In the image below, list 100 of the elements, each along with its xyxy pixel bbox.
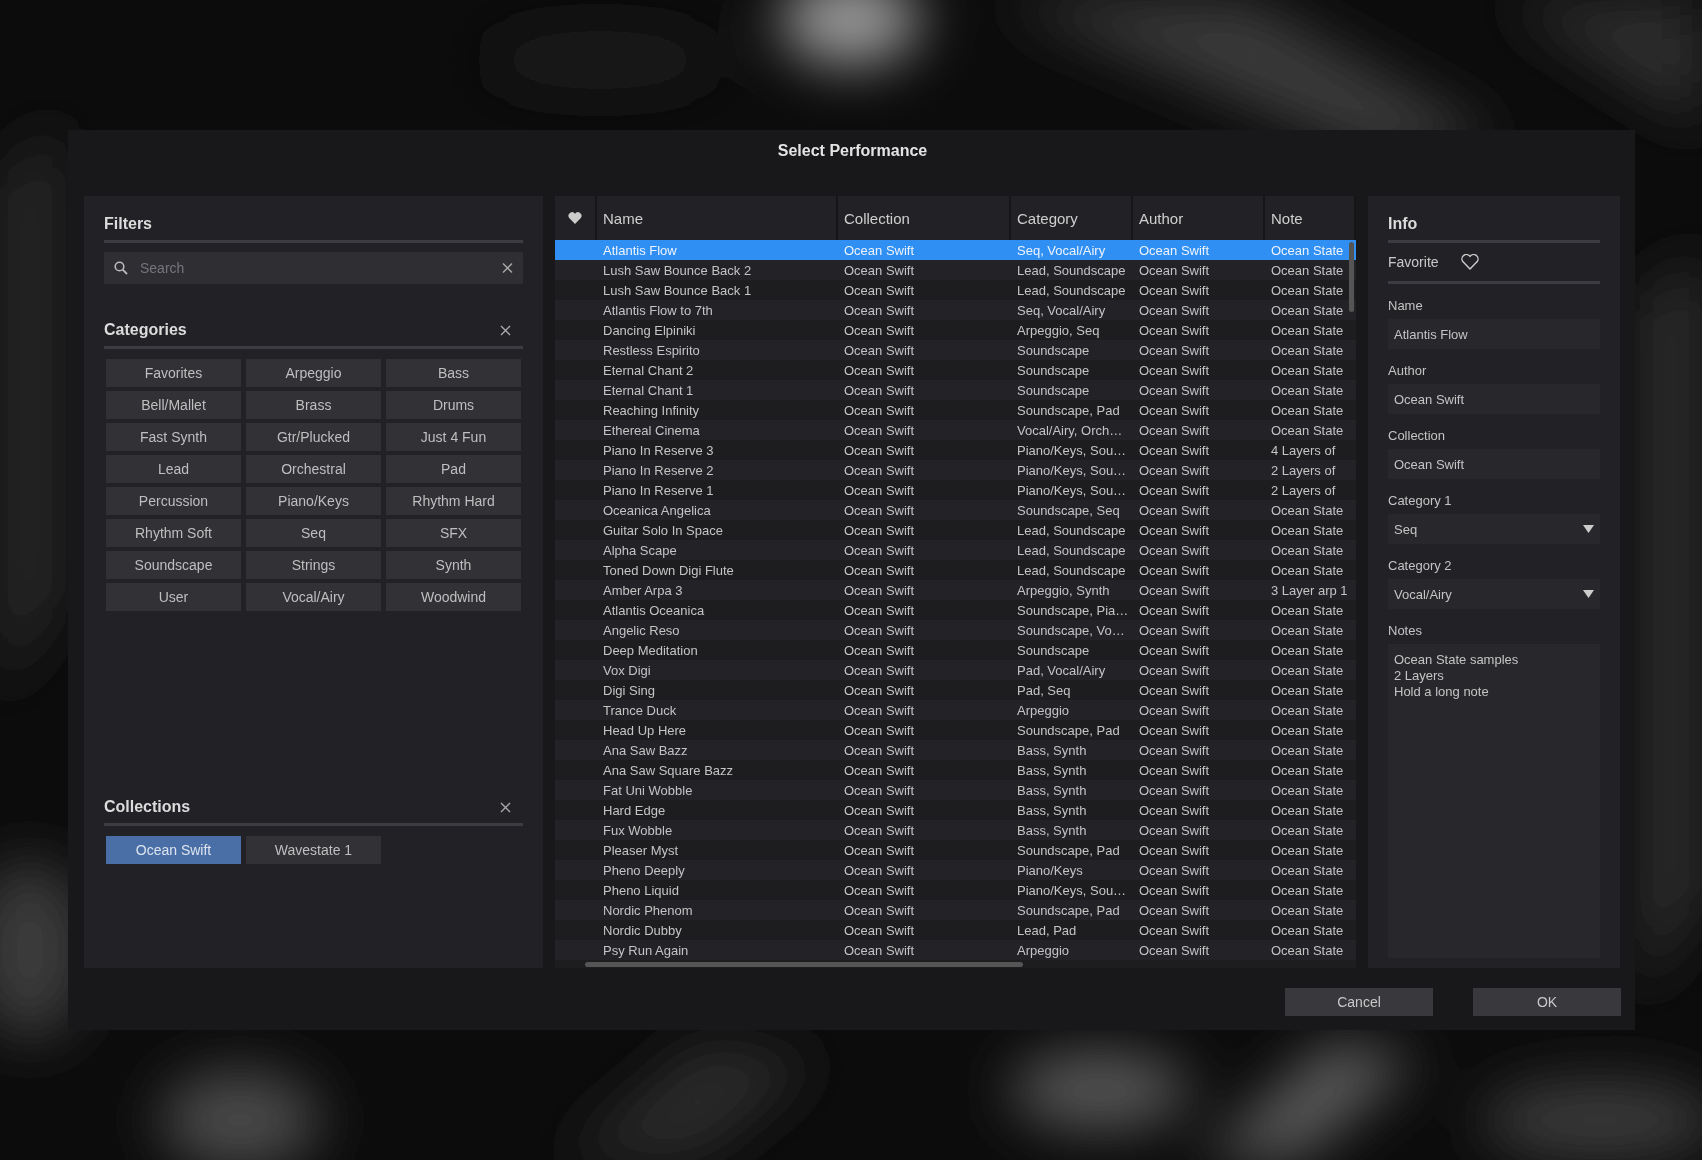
category-button[interactable]: Strings bbox=[246, 551, 381, 579]
category-button[interactable]: Fast Synth bbox=[106, 423, 241, 451]
dialog-button[interactable]: OK bbox=[1473, 988, 1621, 1016]
table-row[interactable]: Lush Saw Bounce Back 1 Ocean Swift Lead, Soundscape Ocean Swift Ocean State bbox=[555, 280, 1356, 300]
category-button[interactable]: Drums bbox=[386, 391, 521, 419]
table-row[interactable]: Reaching Infinity Ocean Swift Soundscape, Pad Ocean Swift Ocean State bbox=[555, 400, 1356, 420]
table-row[interactable]: Deep Meditation Ocean Swift Soundscape Ocean Swift Ocean State bbox=[555, 640, 1356, 660]
category-button[interactable]: Rhythm Hard bbox=[386, 487, 521, 515]
table-cell: Soundscape, Seq bbox=[1017, 502, 1120, 518]
table-row[interactable]: Piano In Reserve 1 Ocean Swift Piano/Keys, Sou… Ocean Swift 2 Layers of bbox=[555, 480, 1356, 500]
table-row[interactable]: Hard Edge Ocean Swift Bass, Synth Ocean Swift Ocean State bbox=[555, 800, 1356, 820]
table-row[interactable]: Dancing Elpiniki Ocean Swift Arpeggio, Seq Ocean Swift Ocean State bbox=[555, 320, 1356, 340]
column-header[interactable]: Category bbox=[1011, 196, 1133, 240]
table-cell: Arpeggio, Synth bbox=[1017, 582, 1110, 598]
table-cell: Fat Uni Wobble bbox=[603, 782, 693, 798]
category-button[interactable]: Soundscape bbox=[106, 551, 241, 579]
table-row[interactable]: Toned Down Digi Flute Ocean Swift Lead, Soundscape Ocean Swift Ocean State bbox=[555, 560, 1356, 580]
table-cell: Ocean Swift bbox=[1139, 762, 1210, 778]
text-field[interactable]: Atlantis Flow bbox=[1388, 319, 1600, 349]
category-button[interactable]: Percussion bbox=[106, 487, 241, 515]
table-cell: Atlantis Oceanica bbox=[603, 602, 705, 618]
notes-field[interactable]: Ocean State samples 2 Layers Hold a long note bbox=[1388, 644, 1600, 958]
section-title: Info bbox=[1388, 215, 1418, 233]
category-button[interactable]: Bell/Mallet bbox=[106, 391, 241, 419]
dialog-button[interactable]: Cancel bbox=[1285, 988, 1433, 1016]
table-row[interactable]: Head Up Here Ocean Swift Soundscape, Pad Ocean Swift Ocean State bbox=[555, 720, 1356, 740]
table-cell: Ocean Swift bbox=[844, 242, 915, 258]
category-button[interactable]: Gtr/Plucked bbox=[246, 423, 381, 451]
table-cell: Ocean Swift bbox=[1139, 302, 1210, 318]
table-cell: Ocean Swift bbox=[844, 542, 915, 558]
category-button[interactable]: Vocal/Airy bbox=[246, 583, 381, 611]
table-row[interactable]: Digi Sing Ocean Swift Pad, Seq Ocean Swift Ocean State bbox=[555, 680, 1356, 700]
clear-icon[interactable] bbox=[502, 262, 513, 274]
category-button[interactable]: Pad bbox=[386, 455, 521, 483]
table-cell: Ocean Swift bbox=[1139, 622, 1210, 638]
table-cell: Lead, Pad bbox=[1017, 922, 1077, 938]
category-button[interactable]: Rhythm Soft bbox=[106, 519, 241, 547]
table-cell: Nordic Dubby bbox=[603, 922, 682, 938]
category-button[interactable]: Orchestral bbox=[246, 455, 381, 483]
category-button[interactable]: Bass bbox=[386, 359, 521, 387]
category-button[interactable]: Piano/Keys bbox=[246, 487, 381, 515]
heart-icon[interactable] bbox=[1460, 254, 1479, 270]
table-cell: Ocean Swift bbox=[844, 782, 915, 798]
table-cell: Ocean Swift bbox=[844, 742, 915, 758]
column-header[interactable]: Author bbox=[1133, 196, 1265, 240]
table-cell: Ocean Swift bbox=[1139, 942, 1210, 958]
category-button[interactable]: Synth bbox=[386, 551, 521, 579]
category-button[interactable]: Lead bbox=[106, 455, 241, 483]
field-label: Collection bbox=[1388, 428, 1447, 443]
close-icon[interactable] bbox=[500, 324, 511, 336]
table-row[interactable]: Eternal Chant 2 Ocean Swift Soundscape Ocean Swift Ocean State bbox=[555, 360, 1356, 380]
table-cell: Bass, Synth bbox=[1017, 802, 1087, 818]
category-button[interactable]: Arpeggio bbox=[246, 359, 381, 387]
category-button[interactable]: User bbox=[106, 583, 241, 611]
category-button[interactable]: SFX bbox=[386, 519, 521, 547]
scrollbar[interactable] bbox=[585, 961, 1023, 967]
table-cell: Ocean State bbox=[1271, 802, 1344, 818]
column-header[interactable]: Collection bbox=[838, 196, 1011, 240]
table-cell: Ocean Swift bbox=[1139, 322, 1210, 338]
category-button[interactable]: Just 4 Fun bbox=[386, 423, 521, 451]
table-row[interactable]: Pleaser Myst Ocean Swift Soundscape, Pad Ocean Swift Ocean State bbox=[555, 840, 1356, 860]
table-cell: Ocean State bbox=[1271, 922, 1344, 938]
table-row[interactable]: Pheno Liquid Ocean Swift Piano/Keys, Sou… Ocean Swift Ocean State bbox=[555, 880, 1356, 900]
category-button[interactable]: Seq bbox=[246, 519, 381, 547]
table-cell: Ocean Swift bbox=[844, 342, 915, 358]
collection-button[interactable]: Wavestate 1 bbox=[246, 836, 381, 864]
table-cell: Angelic Reso bbox=[603, 622, 680, 638]
category-button[interactable]: Woodwind bbox=[386, 583, 521, 611]
table-row[interactable]: Nordic Dubby Ocean Swift Lead, Pad Ocean Swift Ocean State bbox=[555, 920, 1356, 940]
table-cell: Pheno Liquid bbox=[603, 882, 679, 898]
text-field[interactable]: Ocean Swift bbox=[1388, 384, 1600, 414]
search-field[interactable]: Search bbox=[104, 252, 523, 284]
table-cell: Soundscape, Pad bbox=[1017, 902, 1120, 918]
table-cell: Ocean Swift bbox=[844, 282, 915, 298]
dropdown[interactable]: Seq bbox=[1388, 514, 1600, 544]
table-cell: Lead, Soundscape bbox=[1017, 282, 1126, 298]
table-row[interactable]: Piano In Reserve 3 Ocean Swift Piano/Keys, Sou… Ocean Swift 4 Layers of bbox=[555, 440, 1356, 460]
table-row[interactable]: Atlantis Oceanica Ocean Swift Soundscape, Pia… Ocean Swift Ocean State bbox=[555, 600, 1356, 620]
table-cell: Ocean Swift bbox=[1139, 482, 1210, 498]
category-button[interactable]: Brass bbox=[246, 391, 381, 419]
table-cell: Ocean State bbox=[1271, 742, 1344, 758]
table-cell: Soundscape, Pia… bbox=[1017, 602, 1129, 618]
close-icon[interactable] bbox=[500, 801, 511, 813]
table-row[interactable]: Guitar Solo In Space Ocean Swift Lead, Soundscape Ocean Swift Ocean State bbox=[555, 520, 1356, 540]
collection-button[interactable]: Ocean Swift bbox=[106, 836, 241, 864]
table-cell: Ocean Swift bbox=[1139, 462, 1210, 478]
table-cell: Guitar Solo In Space bbox=[603, 522, 723, 538]
scrollbar[interactable] bbox=[1349, 242, 1354, 312]
table-cell: Piano/Keys, Sou… bbox=[1017, 462, 1127, 478]
text-field[interactable]: Ocean Swift bbox=[1388, 449, 1600, 479]
column-header[interactable]: Name bbox=[597, 196, 838, 240]
table-cell: Alpha Scape bbox=[603, 542, 677, 558]
category-button[interactable]: Favorites bbox=[106, 359, 241, 387]
table-cell: Ocean Swift bbox=[844, 762, 915, 778]
column-header[interactable]: Note bbox=[1265, 196, 1356, 240]
dropdown[interactable]: Vocal/Airy bbox=[1388, 579, 1600, 609]
table-cell: Ocean State bbox=[1271, 342, 1344, 358]
table-cell: Reaching Infinity bbox=[603, 402, 700, 418]
table-cell: Ocean Swift bbox=[844, 642, 915, 658]
table-row[interactable]: Ana Saw Square Bazz Ocean Swift Bass, Synth Ocean Swift Ocean State bbox=[555, 760, 1356, 780]
